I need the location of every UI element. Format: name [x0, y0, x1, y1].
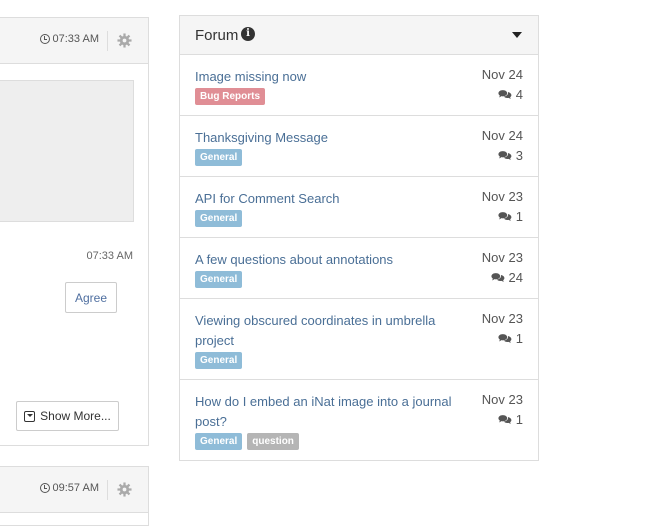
forum-title: Forum: [195, 27, 239, 44]
caret-square-down-icon: [24, 410, 36, 422]
forum-topic-title-link[interactable]: How do I embed an iNat image into a jour…: [195, 392, 465, 432]
forum-topic-tags: General: [195, 149, 243, 166]
observation-feed-card: 07:33 AM 07:33 AM Agree Show More...: [0, 17, 149, 446]
gear-icon[interactable]: [117, 33, 132, 48]
category-badge[interactable]: General: [195, 210, 243, 227]
forum-header[interactable]: Forum i: [180, 16, 538, 55]
comment-count-text: 24: [508, 270, 523, 285]
category-badge[interactable]: General: [195, 352, 243, 369]
feed-card-time: 07:33 AM: [39, 33, 99, 45]
forum-topic-title-link[interactable]: Image missing now: [195, 67, 465, 87]
observation-feed-card: 09:57 AM: [0, 466, 149, 526]
forum-topic-comment-count: 1: [498, 209, 523, 224]
forum-topic-tags: General question: [195, 433, 299, 450]
header-divider: [107, 480, 108, 500]
caret-down-icon[interactable]: [512, 32, 522, 38]
comments-icon: [498, 415, 512, 425]
forum-topic-date: Nov 24: [481, 128, 523, 143]
comment-count-text: 1: [515, 412, 523, 427]
forum-panel: Forum i Image missing now Nov 24 4 Bug Repo…: [179, 15, 539, 461]
forum-topic-comment-count: 4: [498, 87, 523, 102]
feed-card-time-text: 09:57 AM: [52, 482, 99, 494]
comments-icon: [498, 90, 512, 100]
forum-topic-row[interactable]: How do I embed an iNat image into a jour…: [180, 380, 538, 461]
feed-card-time-text: 07:33 AM: [52, 33, 99, 45]
comment-time: 07:33 AM: [86, 250, 133, 262]
category-badge[interactable]: General: [195, 149, 243, 166]
gear-icon[interactable]: [117, 482, 132, 497]
forum-topic-date: Nov 24: [481, 67, 523, 82]
info-icon[interactable]: i: [241, 27, 255, 41]
forum-topic-row[interactable]: Viewing obscured coordinates in umbrella…: [180, 299, 538, 380]
forum-topic-tags: Bug Reports: [195, 88, 265, 105]
comment-count-text: 4: [515, 87, 523, 102]
forum-topic-date: Nov 23: [481, 250, 523, 265]
forum-topic-comment-count: 1: [498, 331, 523, 346]
forum-topic-title-link[interactable]: A few questions about annotations: [195, 250, 465, 270]
comment-count-text: 1: [515, 331, 523, 346]
forum-topic-title-link[interactable]: API for Comment Search: [195, 189, 465, 209]
feed-card-header: 09:57 AM: [0, 467, 148, 513]
forum-topic-tags: General: [195, 352, 243, 369]
clock-icon: [39, 34, 50, 44]
agree-button[interactable]: Agree: [65, 282, 117, 313]
comments-icon: [498, 212, 512, 222]
forum-topic-list: Image missing now Nov 24 4 Bug Reports Thank…: [180, 55, 538, 461]
feed-card-time: 09:57 AM: [39, 482, 99, 494]
category-badge[interactable]: General: [195, 271, 243, 288]
comment-count-text: 1: [515, 209, 523, 224]
forum-topic-title-link[interactable]: Viewing obscured coordinates in umbrella…: [195, 311, 465, 351]
forum-topic-comment-count: 1: [498, 412, 523, 427]
comments-icon: [498, 151, 512, 161]
header-divider: [107, 31, 108, 51]
comments-icon: [498, 334, 512, 344]
comments-icon: [490, 273, 504, 283]
forum-topic-comment-count: 3: [498, 148, 523, 163]
show-more-label: Show More...: [40, 409, 111, 423]
show-more-button[interactable]: Show More...: [16, 401, 119, 431]
forum-topic-row[interactable]: Image missing now Nov 24 4 Bug Reports: [180, 55, 538, 116]
forum-topic-date: Nov 23: [481, 189, 523, 204]
forum-topic-tags: General: [195, 271, 243, 288]
clock-icon: [39, 483, 50, 493]
category-badge[interactable]: General: [195, 433, 243, 450]
forum-topic-row[interactable]: A few questions about annotations Nov 23 2…: [180, 238, 538, 299]
forum-topic-title-link[interactable]: Thanksgiving Message: [195, 128, 465, 148]
category-badge[interactable]: question: [247, 433, 299, 450]
forum-topic-comment-count: 24: [490, 270, 523, 285]
observation-image-placeholder[interactable]: [0, 80, 134, 222]
forum-topic-date: Nov 23: [481, 392, 523, 407]
forum-topic-tags: General: [195, 210, 243, 227]
comment-count-text: 3: [515, 148, 523, 163]
forum-topic-row[interactable]: API for Comment Search Nov 23 1 General: [180, 177, 538, 238]
forum-topic-row[interactable]: Thanksgiving Message Nov 24 3 General: [180, 116, 538, 177]
forum-topic-date: Nov 23: [481, 311, 523, 326]
category-badge[interactable]: Bug Reports: [195, 88, 265, 105]
feed-card-header: 07:33 AM: [0, 18, 148, 64]
